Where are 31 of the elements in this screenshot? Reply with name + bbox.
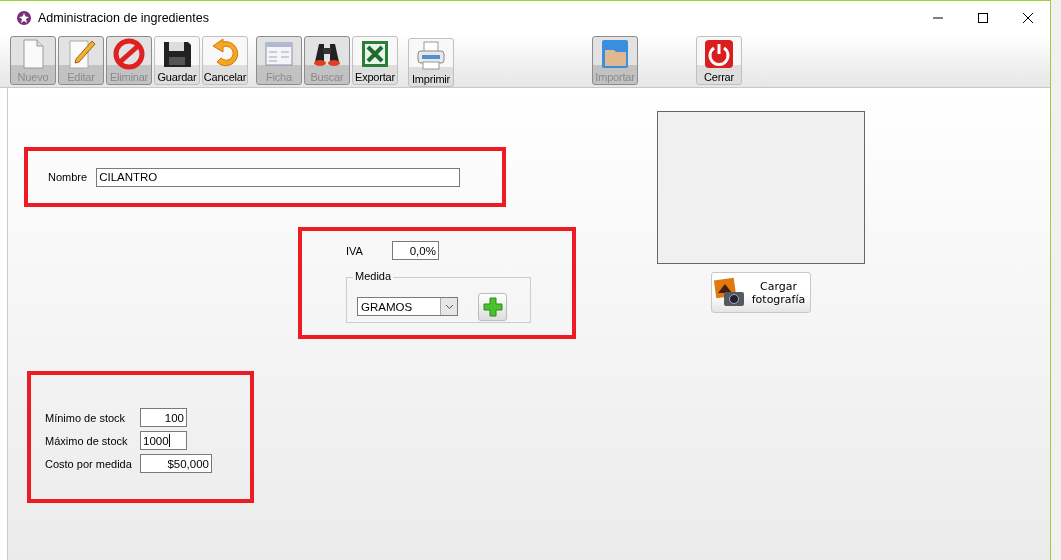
group-label: Medida: [353, 270, 394, 282]
add-button[interactable]: [478, 292, 507, 321]
camera-photo-icon: [713, 276, 746, 309]
maximize-icon: [976, 12, 989, 24]
toolbar-button[interactable]: Cerrar: [696, 36, 742, 85]
forbidden-icon: [113, 38, 145, 70]
number-field[interactable]: 100: [140, 408, 187, 427]
toolbar-button[interactable]: Guardar: [154, 36, 200, 85]
chevron-down-icon: [444, 303, 454, 310]
toolbar-button[interactable]: Cancelar: [202, 36, 248, 85]
toolbar-button[interactable]: Exportar: [352, 36, 398, 85]
number-field[interactable]: 1000: [140, 431, 187, 450]
number-field[interactable]: $50,000: [140, 454, 212, 473]
field-label: Máximo de stock: [45, 434, 129, 447]
field-label: Mínimo de stock: [45, 411, 127, 424]
unit-dropdown[interactable]: GRAMOS: [357, 297, 458, 316]
load-photo-button[interactable]: Cargar fotografía: [710, 272, 811, 313]
field-label: Costo por medida: [45, 457, 133, 470]
field-label: Nombre: [48, 171, 88, 183]
printer-icon: [415, 40, 447, 72]
spreadsheet-x-icon: [359, 38, 391, 70]
toolbar-button[interactable]: Imprimir: [408, 38, 454, 87]
power-icon: [703, 38, 735, 70]
folder-box-icon: [599, 38, 631, 70]
app-icon: [16, 10, 32, 26]
name-field[interactable]: CILANTRO: [96, 167, 461, 187]
close-icon: [1021, 12, 1034, 24]
window-title: Administracion de ingredientes: [38, 11, 209, 25]
plus-icon: [482, 296, 503, 317]
tax-field[interactable]: 0,0%: [391, 241, 439, 260]
field-label: IVA: [346, 244, 363, 257]
